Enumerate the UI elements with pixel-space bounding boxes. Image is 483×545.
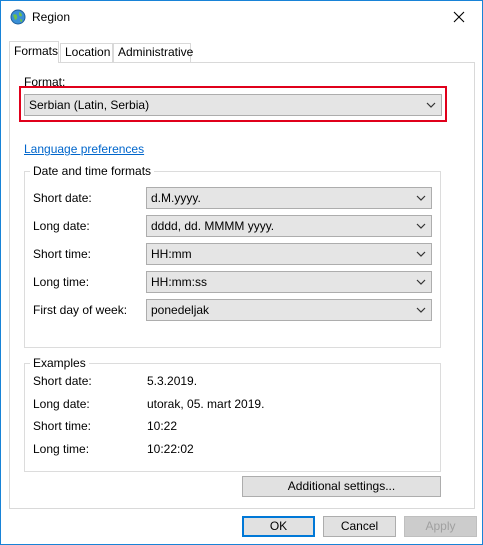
long-time-select[interactable]: HH:mm:ss	[146, 271, 432, 293]
cancel-button[interactable]: Cancel	[323, 516, 396, 537]
format-value: Serbian (Latin, Serbia)	[29, 98, 150, 112]
chevron-down-icon	[416, 279, 426, 285]
tab-administrative[interactable]: Administrative	[113, 43, 194, 62]
chevron-down-icon	[426, 102, 436, 108]
example-short-date-value: 5.3.2019.	[147, 374, 198, 388]
first-day-of-week-select[interactable]: ponedeljak	[146, 299, 432, 321]
chevron-down-icon	[416, 223, 426, 229]
short-time-label: Short time:	[33, 247, 92, 261]
tab-label: Formats	[14, 44, 59, 58]
window-title: Region	[32, 10, 71, 24]
first-day-of-week-value: ponedeljak	[151, 303, 210, 317]
long-date-select[interactable]: dddd, dd. MMMM yyyy.	[146, 215, 432, 237]
short-time-value: HH:mm	[151, 247, 192, 261]
short-date-select[interactable]: d.M.yyyy.	[146, 187, 432, 209]
chevron-down-icon	[416, 195, 426, 201]
long-date-value: dddd, dd. MMMM yyyy.	[151, 219, 275, 233]
title-bar: Region	[1, 1, 482, 33]
language-preferences-link[interactable]: Language preferences	[24, 142, 144, 156]
format-select[interactable]: Serbian (Latin, Serbia)	[24, 94, 442, 116]
close-icon	[453, 11, 465, 22]
tab-label: Location	[65, 45, 111, 59]
example-long-time-value: 10:22:02	[147, 442, 194, 456]
example-short-date-label: Short date:	[33, 374, 92, 388]
short-date-label: Short date:	[33, 191, 92, 205]
long-time-value: HH:mm:ss	[151, 275, 207, 289]
example-short-time-label: Short time:	[33, 419, 92, 433]
chevron-down-icon	[416, 251, 426, 257]
date-time-formats-title: Date and time formats	[30, 164, 155, 178]
example-short-time-value: 10:22	[147, 419, 178, 433]
example-long-time-label: Long time:	[33, 442, 90, 456]
additional-settings-button[interactable]: Additional settings...	[242, 476, 441, 497]
apply-button[interactable]: Apply	[404, 516, 477, 537]
example-long-date-label: Long date:	[33, 397, 90, 411]
first-day-of-week-label: First day of week:	[33, 303, 128, 317]
tab-formats[interactable]: Formats	[9, 41, 59, 63]
examples-title: Examples	[30, 356, 89, 370]
tab-location[interactable]: Location	[60, 43, 113, 62]
short-time-select[interactable]: HH:mm	[146, 243, 432, 265]
short-date-value: d.M.yyyy.	[151, 191, 201, 205]
close-button[interactable]	[436, 1, 482, 32]
chevron-down-icon	[416, 307, 426, 313]
ok-button[interactable]: OK	[242, 516, 315, 537]
example-long-date-value: utorak, 05. mart 2019.	[147, 397, 265, 411]
tab-label: Administrative	[118, 45, 194, 59]
long-time-label: Long time:	[33, 275, 90, 289]
long-date-label: Long date:	[33, 219, 90, 233]
region-dialog: Region Formats Location Administrative F…	[0, 0, 483, 545]
region-globe-icon	[10, 9, 26, 25]
